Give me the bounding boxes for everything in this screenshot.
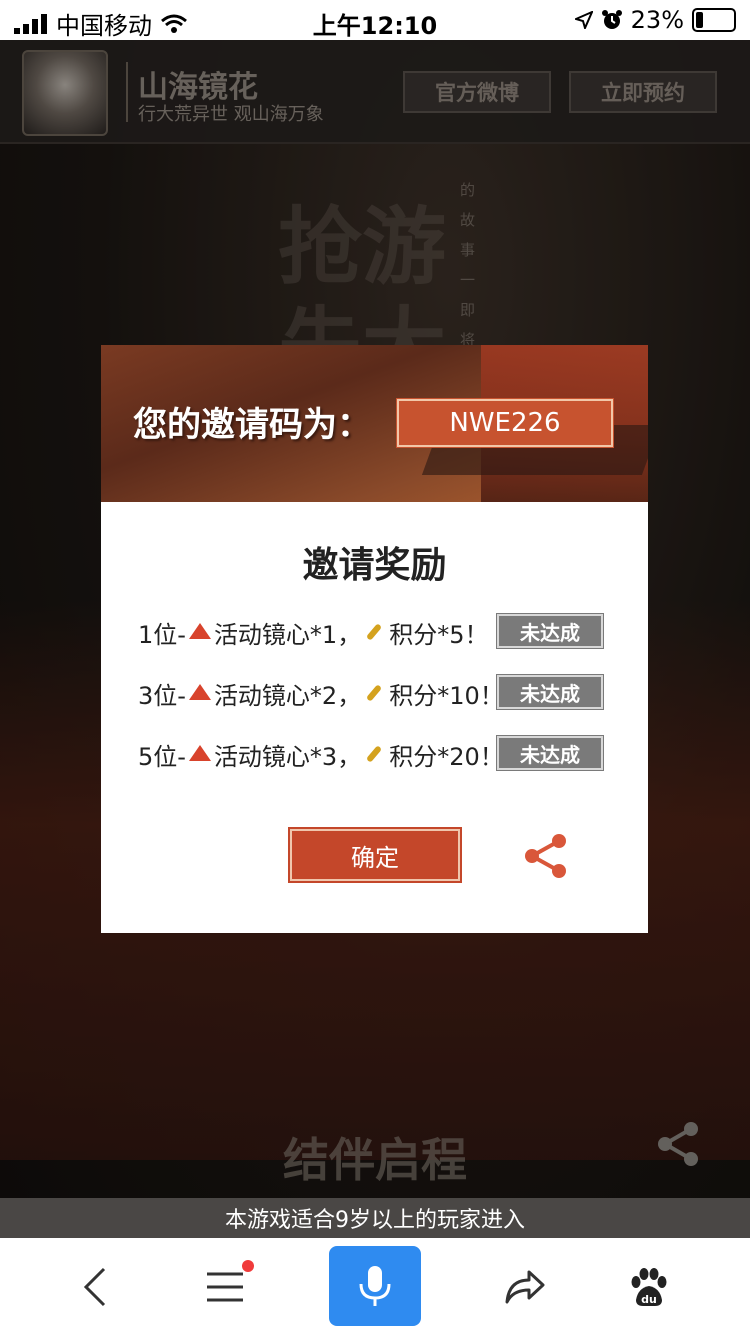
reward-tier: 1位-: [138, 620, 186, 649]
share-icon[interactable]: [521, 832, 571, 880]
status-right: 23%: [574, 6, 736, 34]
share-forward-icon: [505, 1270, 545, 1304]
forward-share-button[interactable]: [490, 1252, 560, 1322]
reward-points: 积分*5！: [389, 620, 489, 649]
status-badge: 未达成: [496, 674, 604, 710]
notification-dot: [242, 1260, 254, 1272]
reward-item: 活动镜心*1，: [213, 620, 362, 649]
reward-item: 活动镜心*2，: [213, 681, 362, 710]
age-notice: 本游戏适合9岁以上的玩家进入: [0, 1198, 750, 1238]
baidu-home-button[interactable]: du: [614, 1252, 684, 1322]
location-icon: [574, 11, 593, 29]
alarm-icon: [601, 10, 622, 29]
invite-code-value[interactable]: NWE226: [396, 398, 614, 448]
feather-points-icon: [366, 745, 383, 763]
reward-item: 活动镜心*3，: [213, 742, 362, 771]
battery-icon: [692, 8, 736, 32]
mirror-heart-icon: [188, 623, 211, 639]
baidu-paw-icon: du: [631, 1268, 667, 1306]
mic-icon: [359, 1266, 391, 1306]
status-badge: 未达成: [496, 735, 604, 771]
invite-code-header: 您的邀请码为： NWE226: [101, 345, 648, 502]
invite-code-label: 您的邀请码为：: [133, 405, 371, 445]
mirror-heart-icon: [188, 745, 211, 761]
back-button[interactable]: [60, 1252, 130, 1322]
reward-row-3: 5位- 活动镜心*3， 积分*20！ 未达成: [138, 735, 628, 772]
dialog-title: 邀请奖励: [302, 544, 447, 586]
reward-tier: 3位-: [138, 681, 186, 710]
reward-tier: 5位-: [138, 742, 186, 771]
back-icon: [83, 1267, 106, 1307]
reward-row-1: 1位- 活动镜心*1， 积分*5！ 未达成: [138, 613, 628, 650]
menu-icon: [207, 1272, 243, 1302]
feather-points-icon: [366, 684, 383, 702]
menu-button[interactable]: [190, 1252, 260, 1322]
reward-row-2: 3位- 活动镜心*2， 积分*10！ 未达成: [138, 674, 628, 711]
battery-percent: 23%: [630, 6, 684, 34]
reward-points: 积分*10！: [389, 681, 504, 710]
confirm-button[interactable]: 确定: [288, 827, 462, 883]
mirror-heart-icon: [188, 684, 211, 700]
voice-search-button[interactable]: [329, 1246, 421, 1326]
reward-points: 积分*20！: [389, 742, 504, 771]
browser-toolbar: du: [0, 1238, 750, 1334]
status-badge: 未达成: [496, 613, 604, 649]
svg-text:du: du: [641, 1293, 657, 1306]
invite-reward-dialog: 邀请奖励 1位- 活动镜心*1， 积分*5！ 未达成 3位- 活动镜心*2， 积…: [101, 502, 648, 933]
status-bar: 中国移动 上午12:10 23%: [0, 0, 750, 40]
feather-points-icon: [366, 623, 383, 641]
